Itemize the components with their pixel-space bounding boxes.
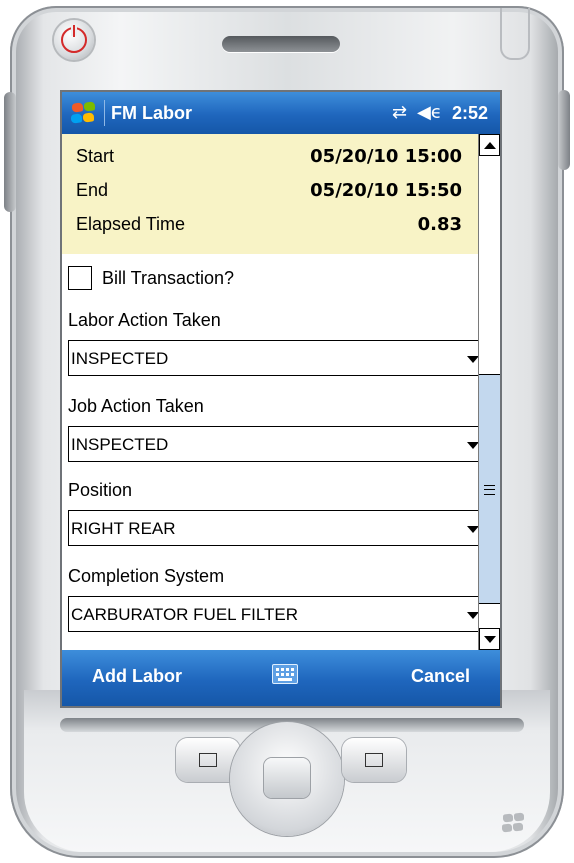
app-title: FM Labor xyxy=(111,102,192,123)
scroll-thumb[interactable] xyxy=(479,374,500,604)
start-row: Start 05/20/10 15:00 xyxy=(76,146,462,167)
end-value: 05/20/10 15:50 xyxy=(310,180,462,201)
windows-flag-icon[interactable] xyxy=(68,101,98,125)
side-button-right[interactable] xyxy=(558,90,570,170)
dpad-action-button[interactable] xyxy=(264,758,310,798)
soft-key-bar: Add Labor Cancel xyxy=(62,650,500,706)
job-action-label: Job Action Taken xyxy=(68,396,204,416)
status-area: ⇄ ◀ϵ 2:52 xyxy=(392,103,500,124)
cancel-button[interactable]: Cancel xyxy=(411,666,470,687)
end-row: End 05/20/10 15:50 xyxy=(76,180,462,201)
calendar-icon xyxy=(199,753,217,767)
windows-logo-icon xyxy=(500,812,528,836)
sync-icon[interactable]: ⇄ xyxy=(392,104,407,122)
hardware-right-softkey[interactable] xyxy=(342,738,406,782)
title-separator xyxy=(104,100,105,126)
title-bar: FM Labor ⇄ ◀ϵ 2:52 xyxy=(62,92,500,134)
job-action-value: INSPECTED xyxy=(71,435,169,454)
time-summary-panel: Start 05/20/10 15:00 End 05/20/10 15:50 … xyxy=(62,134,478,254)
keyboard-icon[interactable] xyxy=(272,664,298,684)
speaker-grille xyxy=(222,36,340,52)
add-labor-button[interactable]: Add Labor xyxy=(92,666,182,687)
form-content: Start 05/20/10 15:00 End 05/20/10 15:50 … xyxy=(62,134,486,650)
completion-system-value: CARBURATOR FUEL FILTER xyxy=(71,605,299,624)
start-label: Start xyxy=(76,146,115,166)
job-action-dropdown[interactable]: INSPECTED xyxy=(68,426,486,462)
bill-transaction-label[interactable]: Bill Transaction? xyxy=(102,268,234,289)
volume-icon[interactable]: ◀ϵ xyxy=(417,104,442,122)
elapsed-row: Elapsed Time 0.83 xyxy=(76,214,462,235)
labor-action-label: Labor Action Taken xyxy=(68,310,221,330)
power-icon xyxy=(61,24,87,53)
power-button[interactable] xyxy=(54,20,94,60)
scroll-up-button[interactable] xyxy=(479,134,500,156)
grip-icon xyxy=(484,485,495,495)
stylus-slot xyxy=(500,8,530,60)
vertical-scrollbar[interactable] xyxy=(478,134,500,650)
position-dropdown[interactable]: RIGHT REAR xyxy=(68,510,486,546)
elapsed-value: 0.83 xyxy=(417,214,462,235)
position-value: RIGHT REAR xyxy=(71,519,176,538)
completion-system-label: Completion System xyxy=(68,566,225,586)
start-value: 05/20/10 15:00 xyxy=(310,146,462,167)
device-screen: FM Labor ⇄ ◀ϵ 2:52 Start 05/20/10 15:00 … xyxy=(62,92,500,706)
elapsed-label: Elapsed Time xyxy=(76,214,186,234)
clock[interactable]: 2:52 xyxy=(452,103,488,124)
scroll-down-button[interactable] xyxy=(479,628,500,650)
position-label: Position xyxy=(68,480,133,500)
end-label: End xyxy=(76,180,109,200)
contacts-icon xyxy=(365,753,383,767)
labor-action-value: INSPECTED xyxy=(71,349,169,368)
completion-system-dropdown[interactable]: CARBURATOR FUEL FILTER xyxy=(68,596,486,632)
side-button-left[interactable] xyxy=(4,92,16,212)
bill-transaction-row: Bill Transaction? xyxy=(68,266,234,290)
labor-action-dropdown[interactable]: INSPECTED xyxy=(68,340,486,376)
bill-transaction-checkbox[interactable] xyxy=(68,266,92,290)
